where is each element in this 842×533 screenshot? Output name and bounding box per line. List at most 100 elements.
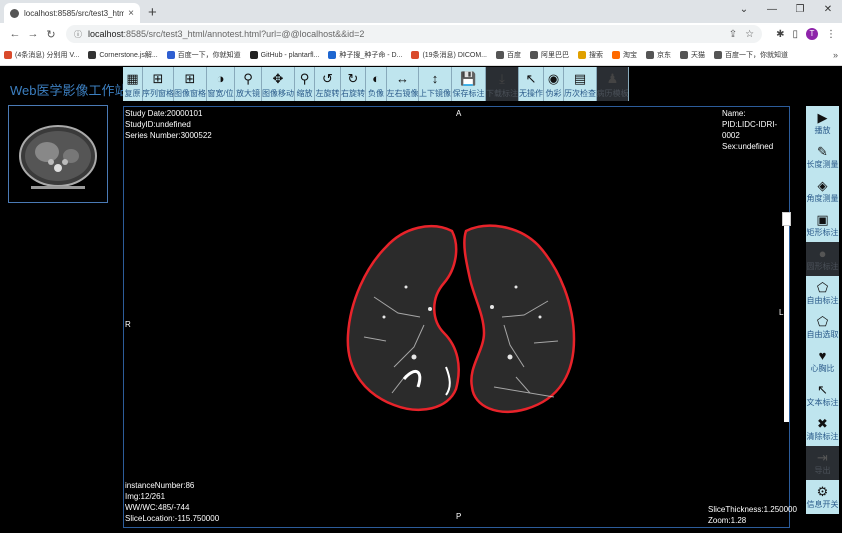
- bookmark-item[interactable]: 百度一下，你就知道: [714, 50, 788, 60]
- bookmark-item[interactable]: 百度: [496, 50, 521, 60]
- side-tool-button-7[interactable]: ♥ 心胸比: [806, 344, 839, 378]
- bookmark-label: 阿里巴巴: [541, 52, 569, 59]
- toolbar-button-7[interactable]: ↺ 左旋转: [315, 67, 341, 101]
- side-tool-icon: ⬠: [816, 279, 829, 295]
- toolbar-label: 放大镜: [236, 89, 260, 98]
- toolbar-label: 复原: [124, 89, 141, 98]
- side-tool-button-6[interactable]: ⬠ 自由选取: [806, 310, 839, 344]
- bookmark-icon: [578, 51, 586, 59]
- side-tool-icon: ◈: [817, 177, 828, 193]
- toolbar-button-2[interactable]: ⊞ 图像窗格: [174, 67, 207, 101]
- bookmark-item[interactable]: 京东: [646, 50, 671, 60]
- bookmark-item[interactable]: 搜索: [578, 50, 603, 60]
- bookmark-icon: [166, 51, 175, 59]
- side-tool-button-2[interactable]: ◈ 角度测量: [806, 174, 839, 208]
- minimize-icon[interactable]: —: [758, 0, 786, 20]
- restore-icon[interactable]: ❐: [786, 0, 814, 20]
- side-tool-button-1[interactable]: ✎ 长度测量: [806, 140, 839, 174]
- toolbar-button-17[interactable]: ♟ 病历模板: [597, 67, 629, 101]
- bookmark-item[interactable]: (19条消息) DICOM...: [411, 50, 487, 60]
- side-tool-button-10[interactable]: ⇥ 导出: [806, 446, 839, 480]
- star-icon[interactable]: ☆: [745, 29, 754, 40]
- chevron-down-icon[interactable]: ⌄: [730, 0, 758, 20]
- toolbar-button-3[interactable]: ◑ 窗宽/位: [207, 67, 235, 101]
- side-tool-button-4[interactable]: ● 圆形标注: [806, 242, 839, 276]
- side-tool-button-11[interactable]: ⚙ 信息开关: [806, 480, 839, 514]
- side-tool-icon: ▣: [816, 211, 829, 227]
- slice-thickness: SliceThickness:1.250000: [708, 505, 797, 514]
- toolbar-button-6[interactable]: ⚲ 缩放: [295, 67, 315, 101]
- close-tab-icon[interactable]: ×: [128, 8, 134, 19]
- toolbar-button-0[interactable]: ▦ 复原: [123, 67, 143, 101]
- side-tool-button-5[interactable]: ⬠ 自由标注: [806, 276, 839, 310]
- side-tool-icon: ●: [818, 245, 827, 261]
- toolbar-icon: ↔: [396, 71, 409, 86]
- side-tool-button-9[interactable]: ✖ 清除标注: [806, 412, 839, 446]
- bookmarks-more[interactable]: »: [833, 50, 838, 60]
- share-icon[interactable]: ⇪: [729, 29, 737, 40]
- bookmark-item[interactable]: Cornerstone.js解...: [88, 50, 158, 60]
- app-root: Web医学影像工作站 ▦ 复原 ⊞ 序列窗格 ⊞ 图像窗格 ◑ 窗宽/位 ⚲ 放大镜 ✥ 图像移动 ⚲ 缩…: [0, 66, 842, 533]
- toolbar-button-13[interactable]: ⤓ 下载标注: [486, 67, 519, 101]
- toolbar-icon: ♟: [606, 71, 619, 86]
- bookmark-item[interactable]: 百度一下，你就知道: [166, 50, 241, 60]
- instance-number: instanceNumber:86: [125, 481, 195, 490]
- sidepanel-icon[interactable]: ▯: [792, 29, 798, 40]
- bookmark-item[interactable]: GitHub - plantarfl...: [249, 51, 319, 59]
- bookmark-item[interactable]: 阿里巴巴: [530, 50, 569, 60]
- toolbar-button-11[interactable]: ↕ 上下镜像: [419, 67, 452, 101]
- side-tool-label: 长度测量: [806, 159, 839, 169]
- side-tool-label: 信息开关: [806, 499, 839, 509]
- study-id: StudyID:undefined: [125, 120, 191, 129]
- side-tool-label: 清除标注: [806, 431, 839, 441]
- toolbar-label: 缩放: [296, 89, 313, 98]
- toolbar-label: 伪彩: [545, 89, 562, 98]
- toolbar-icon: ⚲: [243, 71, 253, 86]
- avatar[interactable]: T: [806, 28, 818, 40]
- image-viewport[interactable]: Study Date:20000101 StudyID:undefined Se…: [123, 106, 797, 528]
- toolbar-button-15[interactable]: ◉ 伪彩: [544, 67, 564, 101]
- toolbar-button-10[interactable]: ↔ 左右镜像: [387, 67, 419, 101]
- bookmark-item[interactable]: 淘宝: [612, 50, 637, 60]
- side-tool-button-0[interactable]: ▶ 播放: [806, 106, 839, 140]
- orientation-bottom: P: [456, 512, 462, 521]
- bookmark-item[interactable]: 天猫: [680, 50, 705, 60]
- side-tool-label: 矩形标注: [806, 227, 839, 237]
- toolbar-button-12[interactable]: 💾 保存标注: [452, 67, 486, 101]
- close-window-icon[interactable]: ✕: [814, 0, 842, 20]
- toolbar-icon: ⊞: [184, 71, 196, 86]
- menu-icon[interactable]: ⋮: [826, 29, 836, 40]
- browser-tab-bar: localhost:8585/src/test3_html/ × + ⌄ — ❐…: [0, 0, 842, 23]
- side-tool-button-8[interactable]: ↖ 文本标注: [806, 378, 839, 412]
- series-thumbnail[interactable]: [8, 105, 108, 203]
- info-icon[interactable]: ⓘ: [74, 29, 82, 40]
- slice-scrollbar-track[interactable]: [784, 214, 789, 422]
- bookmark-item[interactable]: 种子搜_种子命 - D...: [328, 50, 402, 60]
- bookmark-icon: [612, 51, 620, 59]
- toolbar-icon: ⤓: [499, 71, 505, 86]
- reload-icon[interactable]: ↻: [42, 28, 60, 41]
- toolbar-icon: ↺: [322, 71, 333, 86]
- new-tab-button[interactable]: +: [148, 4, 157, 21]
- forward-icon[interactable]: →: [24, 28, 42, 40]
- browser-tab[interactable]: localhost:8585/src/test3_html/ ×: [4, 3, 140, 23]
- side-tool-button-3[interactable]: ▣ 矩形标注: [806, 208, 839, 242]
- url-host: localhost: [88, 29, 124, 39]
- extensions-icon[interactable]: ✱: [776, 29, 784, 40]
- side-tool-icon: ⬠: [816, 313, 829, 329]
- patient-info: Name: PID:LIDC-IDRI-0002 Sex:undefined: [722, 108, 789, 152]
- slice-scrollbar-thumb[interactable]: [782, 212, 791, 226]
- toolbar-button-16[interactable]: ▤ 历次检查: [564, 67, 597, 101]
- bookmark-item[interactable]: (4条消息) 分别用 V...: [4, 50, 79, 60]
- toolbar-button-1[interactable]: ⊞ 序列窗格: [142, 67, 174, 101]
- toolbar-button-8[interactable]: ↻ 右旋转: [341, 67, 366, 101]
- url-input[interactable]: ⓘ localhost:8585/src/test3_html/annotest…: [66, 25, 763, 43]
- toolbar-button-5[interactable]: ✥ 图像移动: [262, 67, 295, 101]
- patient-name: Name:: [722, 109, 746, 118]
- back-icon[interactable]: ←: [6, 28, 24, 40]
- toolbar-button-4[interactable]: ⚲ 放大镜: [235, 67, 262, 101]
- toolbar-button-9[interactable]: ◐ 负像: [366, 67, 387, 101]
- toolbar-icon: ▤: [573, 71, 587, 86]
- side-tool-label: 播放: [814, 125, 831, 135]
- toolbar-button-14[interactable]: ↖ 无操作: [519, 67, 544, 101]
